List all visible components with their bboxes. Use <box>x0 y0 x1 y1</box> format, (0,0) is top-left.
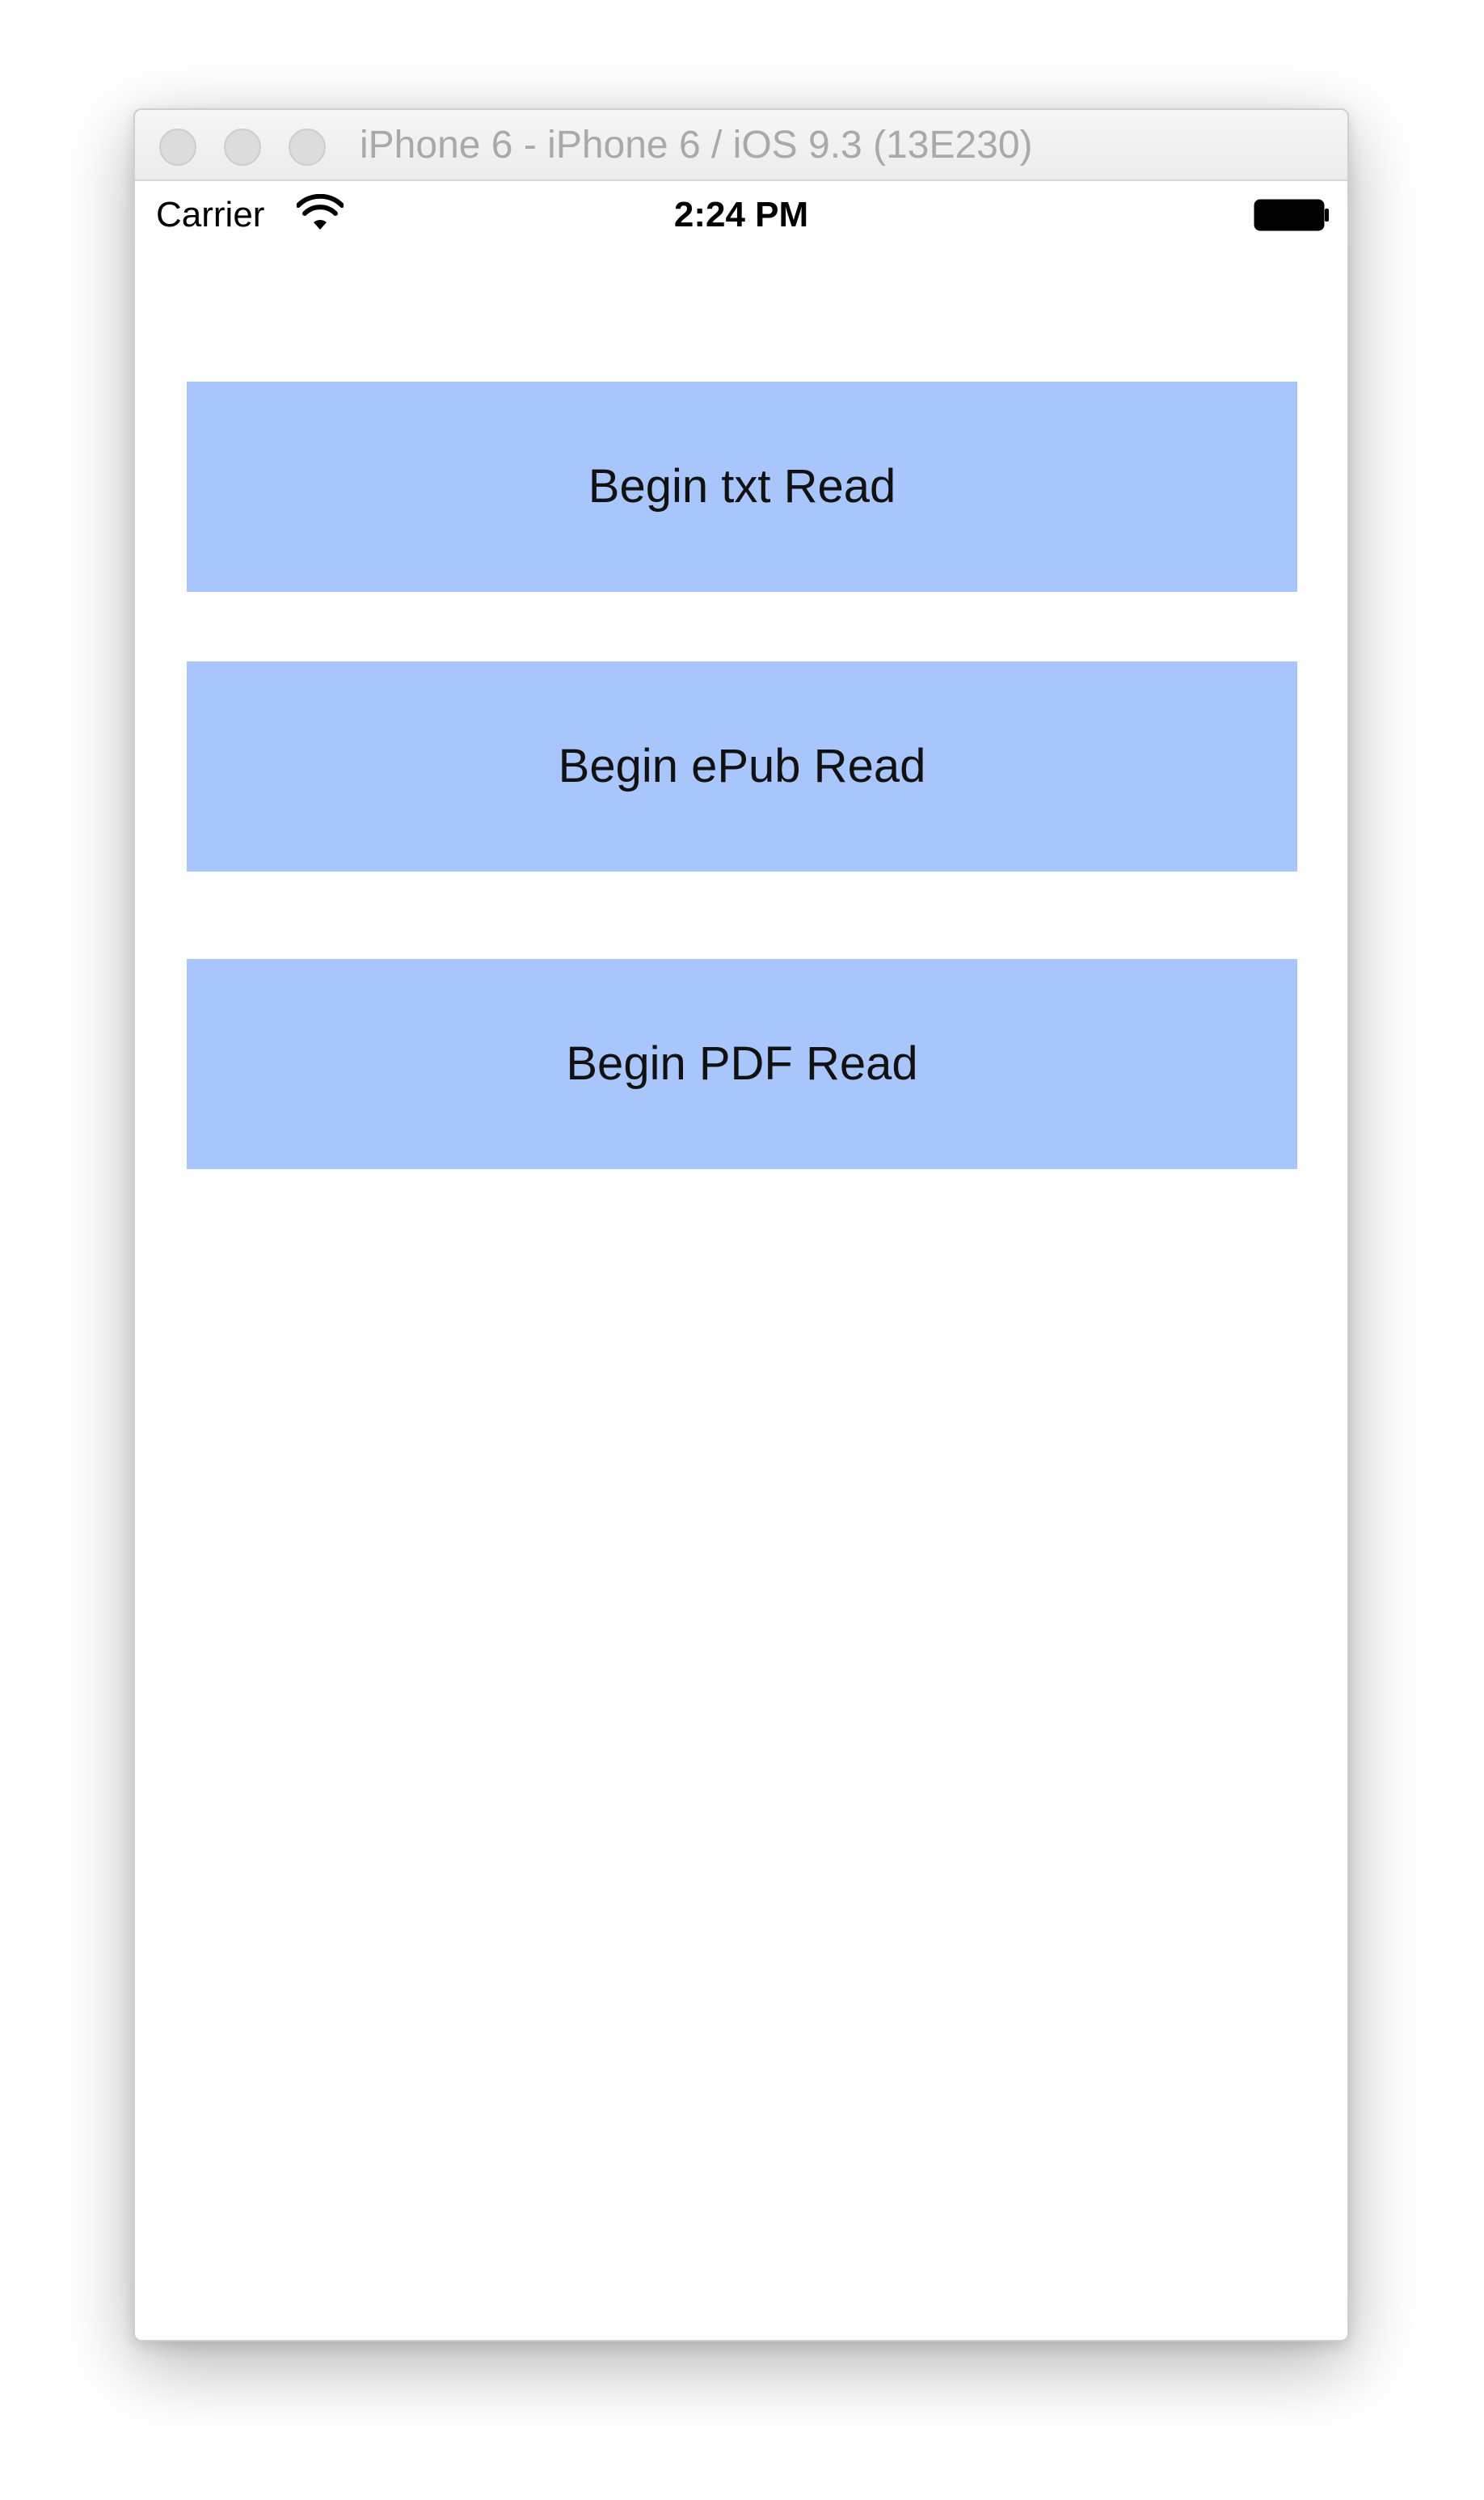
begin-pdf-read-button[interactable]: Begin PDF Read <box>187 959 1297 1169</box>
minimize-window-button[interactable] <box>224 129 261 166</box>
begin-txt-read-button[interactable]: Begin txt Read <box>187 382 1297 592</box>
close-window-button[interactable] <box>159 129 196 166</box>
window-title: iPhone 6 - iPhone 6 / iOS 9.3 (13E230) <box>360 124 1033 167</box>
window-titlebar[interactable]: iPhone 6 - iPhone 6 / iOS 9.3 (13E230) <box>135 110 1347 181</box>
battery-icon <box>1254 199 1329 231</box>
zoom-window-button[interactable] <box>289 129 326 166</box>
ios-status-bar: Carrier 2:24 PM <box>135 181 1347 249</box>
begin-epub-read-button[interactable]: Begin ePub Read <box>187 661 1297 872</box>
status-time: 2:24 PM <box>673 195 809 234</box>
simulator-window: iPhone 6 - iPhone 6 / iOS 9.3 (13E230) C… <box>133 108 1349 2342</box>
app-content: Begin txt Read Begin ePub Read Begin PDF… <box>135 249 1347 2340</box>
